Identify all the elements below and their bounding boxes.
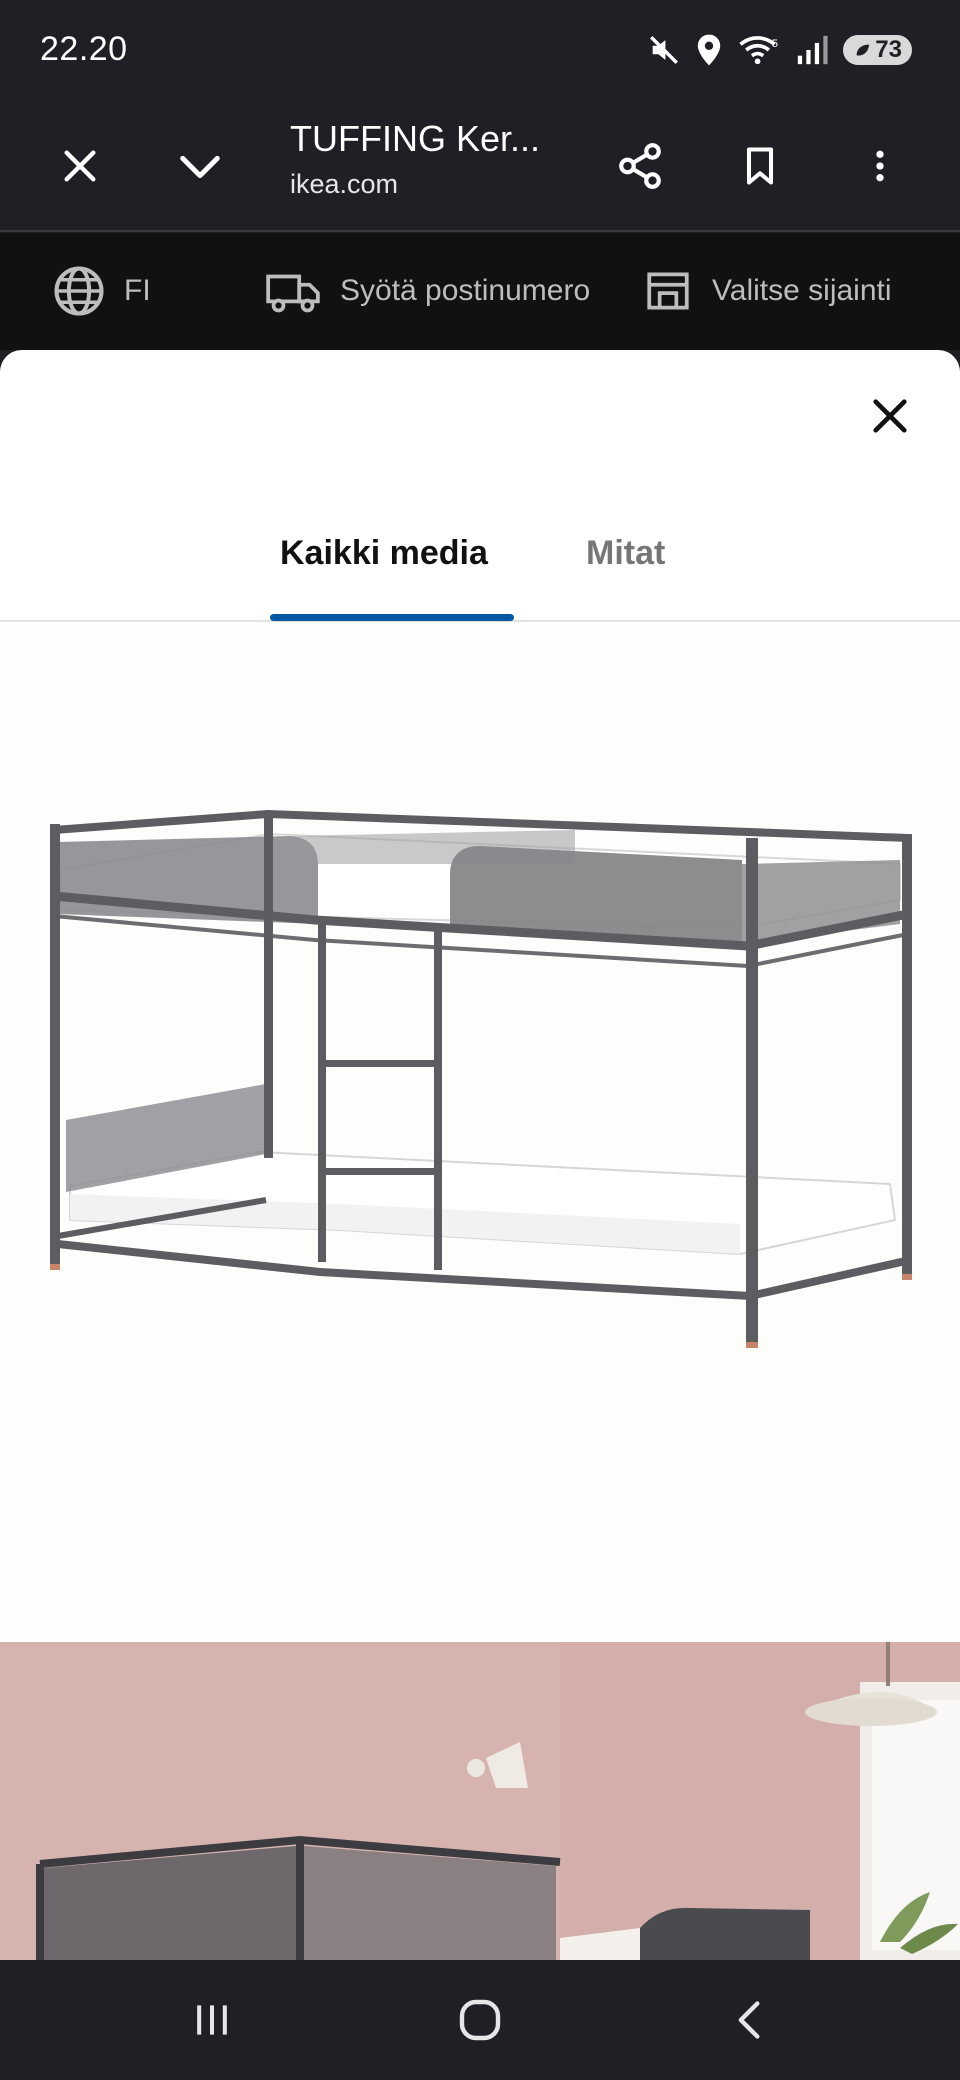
status-time: 22.20 xyxy=(40,30,128,68)
status-icons: 5 73 xyxy=(647,26,912,74)
share-icon xyxy=(619,143,661,189)
globe-icon xyxy=(54,266,104,316)
system-nav-bar xyxy=(0,1960,960,2080)
status-bar: 22.20 5 73 xyxy=(0,0,960,100)
svg-text:5: 5 xyxy=(772,38,778,50)
wifi-icon: 5 xyxy=(737,33,781,67)
delivery-truck-icon xyxy=(266,274,320,313)
battery-icon: 73 xyxy=(843,35,912,65)
signal-icon xyxy=(795,33,829,67)
active-tab-indicator xyxy=(270,614,514,621)
more-vert-icon xyxy=(876,150,884,182)
location-icon xyxy=(695,33,723,67)
page-domain: ikea.com xyxy=(290,169,399,199)
share-button[interactable] xyxy=(604,130,676,202)
battery-level: 73 xyxy=(875,36,902,63)
minimize-button[interactable] xyxy=(164,130,236,202)
store-label: Valitse sijainti xyxy=(712,274,892,307)
mute-icon xyxy=(647,33,681,67)
store-selector[interactable]: Valitse sijainti xyxy=(642,263,892,319)
bookmark-icon xyxy=(746,147,774,185)
close-icon xyxy=(64,150,96,182)
room-photo-image xyxy=(0,1642,960,1960)
language-label: FI xyxy=(124,274,151,307)
site-header: FI Syötä postinumero Valitse sijainti xyxy=(0,233,960,350)
recent-apps-icon xyxy=(197,2005,227,2035)
media-gallery-sheet: Kaikki media Mitat xyxy=(0,350,960,1960)
tab-all-media[interactable]: Kaikki media xyxy=(280,534,488,573)
back-button[interactable] xyxy=(710,1990,790,2050)
back-icon xyxy=(738,2001,760,2039)
product-image-main[interactable] xyxy=(0,624,960,1642)
close-gallery-button[interactable] xyxy=(860,386,920,446)
more-options-button[interactable] xyxy=(844,130,916,202)
postcode-selector[interactable]: Syötä postinumero xyxy=(264,263,590,319)
product-image-room[interactable] xyxy=(0,1642,960,1960)
bookmark-button[interactable] xyxy=(724,130,796,202)
chevron-down-icon xyxy=(180,155,220,179)
home-button[interactable] xyxy=(440,1990,520,2050)
tab-dimensions[interactable]: Mitat xyxy=(586,534,665,573)
screen: 22.20 5 73 TUFFING Ker... ikea.com FI Sy… xyxy=(0,0,960,2080)
language-selector[interactable]: FI xyxy=(52,263,151,319)
recent-apps-button[interactable] xyxy=(172,1990,252,2050)
close-tab-button[interactable] xyxy=(44,130,116,202)
bunk-bed-image xyxy=(50,809,912,1348)
close-icon xyxy=(873,399,907,433)
page-title: TUFFING Ker... xyxy=(290,118,541,159)
postcode-label: Syötä postinumero xyxy=(340,274,591,307)
browser-toolbar: TUFFING Ker... ikea.com xyxy=(0,100,960,232)
home-icon xyxy=(459,1999,501,2041)
page-title-block[interactable]: TUFFING Ker... ikea.com xyxy=(290,114,590,204)
gallery-tabs: Kaikki media Mitat xyxy=(0,510,960,622)
store-icon xyxy=(647,272,689,310)
